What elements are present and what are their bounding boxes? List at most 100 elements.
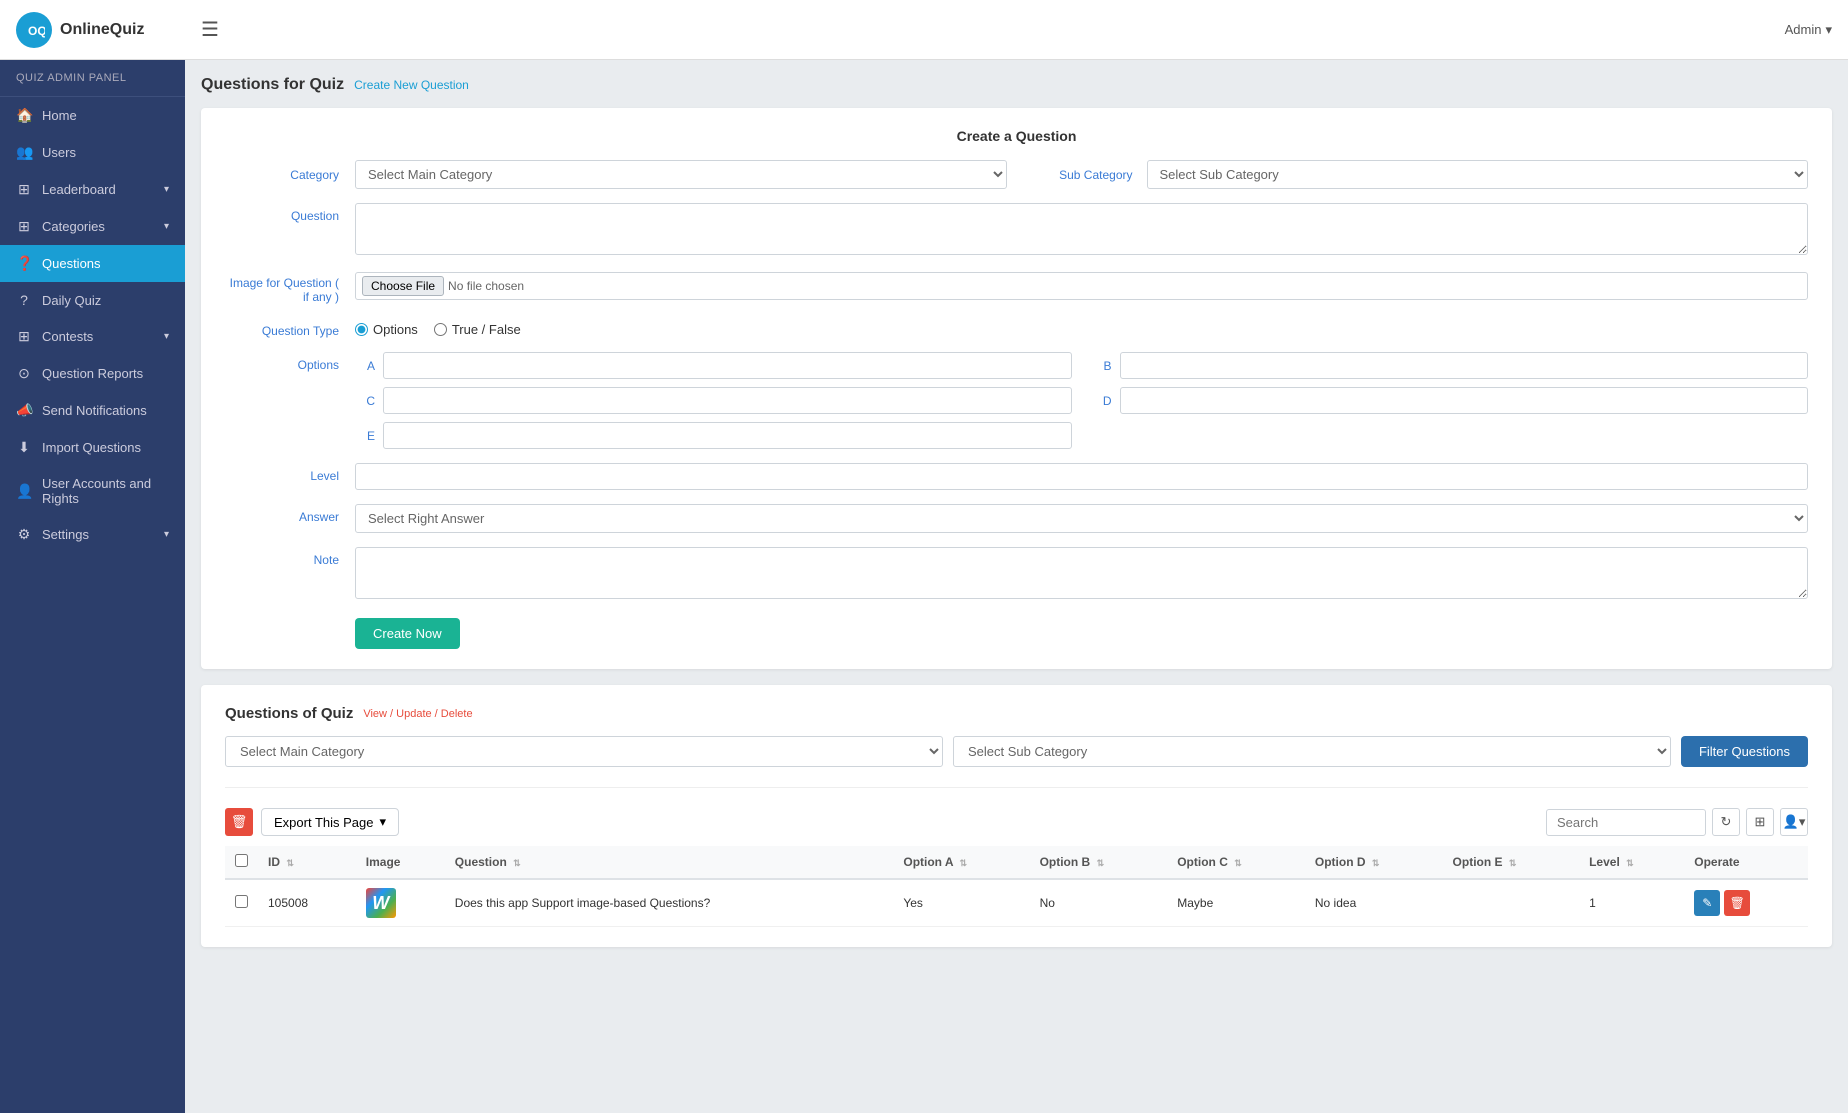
create-section-title: Create a Question (225, 128, 1808, 144)
questions-icon: ❓ (16, 255, 32, 272)
sidebar-item-user-accounts[interactable]: 👤 User Accounts and Rights (0, 466, 185, 516)
notifications-icon: 📣 (16, 402, 32, 419)
reports-icon: ⊙ (16, 365, 32, 382)
leaderboard-icon: ⊞ (16, 181, 32, 198)
level-label: Level (225, 463, 355, 483)
create-new-question-link[interactable]: Create New Question (354, 78, 469, 92)
option-c-label: C (355, 394, 375, 408)
option-e-input[interactable] (383, 422, 1072, 449)
bulk-delete-button[interactable]: 🗑 (225, 808, 253, 836)
select-all-checkbox[interactable] (235, 854, 248, 867)
choose-file-button[interactable]: Choose File (362, 276, 444, 296)
sidebar-item-leaderboard[interactable]: ⊞ Leaderboard ▾ (0, 171, 185, 208)
col-option-d: Option D ⇅ (1305, 846, 1443, 879)
option-e-row: E (355, 422, 1072, 449)
note-input[interactable] (355, 547, 1808, 599)
option-d-input[interactable] (1120, 387, 1809, 414)
options-radio[interactable]: Options (355, 322, 418, 337)
page-title: Questions for Quiz (201, 76, 344, 94)
hamburger-icon[interactable]: ☰ (201, 17, 219, 42)
create-btn-row: Create Now (225, 618, 1808, 649)
contests-icon: ⊞ (16, 328, 32, 345)
sidebar-label-user-accounts: User Accounts and Rights (42, 476, 169, 506)
app-name: OnlineQuiz (60, 21, 144, 39)
cell-option-e (1443, 879, 1580, 927)
filter-main-category[interactable]: Select Main Category (225, 736, 943, 767)
sidebar-item-categories[interactable]: ⊞ Categories ▾ (0, 208, 185, 245)
option-b-row: B (1092, 352, 1809, 379)
sidebar-item-daily-quiz[interactable]: ? Daily Quiz (0, 282, 185, 318)
export-chevron-icon: ▾ (379, 814, 386, 830)
cell-option-d: No idea (1305, 879, 1443, 927)
sidebar-item-import[interactable]: ⬇ Import Questions (0, 429, 185, 466)
level-input[interactable] (355, 463, 1808, 490)
option-b-label: B (1092, 359, 1112, 373)
col-image: Image (356, 846, 445, 879)
sidebar-item-notifications[interactable]: 📣 Send Notifications (0, 392, 185, 429)
svg-text:OQ: OQ (28, 24, 45, 38)
refresh-icon[interactable]: ↻ (1712, 808, 1740, 836)
option-b-input[interactable] (1120, 352, 1809, 379)
col-option-e: Option E ⇅ (1443, 846, 1580, 879)
question-type-row: Question Type Options True / False (225, 318, 1808, 338)
cell-option-b: No (1030, 879, 1168, 927)
answer-row: Answer Select Right Answer (225, 504, 1808, 533)
option-c-input[interactable] (383, 387, 1072, 414)
user-accounts-icon: 👤 (16, 483, 32, 500)
sidebar-item-home[interactable]: 🏠 Home (0, 97, 185, 134)
sidebar-item-question-reports[interactable]: ⊙ Question Reports (0, 355, 185, 392)
home-icon: 🏠 (16, 107, 32, 124)
export-label: Export This Page (274, 815, 373, 830)
import-icon: ⬇ (16, 439, 32, 456)
edit-button[interactable]: ✎ (1694, 890, 1720, 916)
row-checkbox[interactable] (235, 895, 248, 908)
sidebar-label-daily-quiz: Daily Quiz (42, 293, 101, 308)
admin-menu[interactable]: Admin ▾ (1785, 22, 1832, 38)
grid-view-icon[interactable]: ⊞ (1746, 808, 1774, 836)
sidebar-label-users: Users (42, 145, 76, 160)
option-a-input[interactable] (383, 352, 1072, 379)
view-update-delete-link[interactable]: View / Update / Delete (363, 708, 472, 720)
sidebar-item-contests[interactable]: ⊞ Contests ▾ (0, 318, 185, 355)
cell-option-a: Yes (893, 879, 1029, 927)
cell-question: Does this app Support image-based Questi… (445, 879, 894, 927)
chevron-down-icon: ▾ (1825, 22, 1832, 38)
sidebar-header: Quiz Admin Panel (0, 60, 185, 97)
sidebar-item-settings[interactable]: ⚙ Settings ▾ (0, 516, 185, 553)
logo-icon: OQ (16, 12, 52, 48)
search-input[interactable] (1546, 809, 1706, 836)
answer-select[interactable]: Select Right Answer (355, 504, 1808, 533)
questions-table: ID ⇅ Image Question ⇅ Option A ⇅ Option … (225, 846, 1808, 927)
level-row: Level (225, 463, 1808, 490)
daily-quiz-icon: ? (16, 292, 32, 308)
sub-category-select[interactable]: Select Sub Category (1147, 160, 1809, 189)
image-thumbnail: W (366, 888, 396, 918)
question-type-label: Question Type (225, 318, 355, 338)
option-a-label: A (355, 359, 375, 373)
export-button[interactable]: Export This Page ▾ (261, 808, 399, 836)
delete-button[interactable]: 🗑 (1724, 890, 1750, 916)
category-select[interactable]: Select Main Category (355, 160, 1007, 189)
note-row: Note (225, 547, 1808, 602)
cell-operate: ✎ 🗑 (1684, 879, 1808, 927)
question-input[interactable] (355, 203, 1808, 255)
col-question: Question ⇅ (445, 846, 894, 879)
image-row: Image for Question ( if any ) Choose Fil… (225, 272, 1808, 304)
create-now-button[interactable]: Create Now (355, 618, 460, 649)
true-false-radio[interactable]: True / False (434, 322, 521, 337)
user-settings-icon[interactable]: 👤▾ (1780, 808, 1808, 836)
operate-buttons: ✎ 🗑 (1694, 890, 1798, 916)
filter-questions-button[interactable]: Filter Questions (1681, 736, 1808, 767)
sidebar-item-users[interactable]: 👥 Users (0, 134, 185, 171)
table-toolbar: 🗑 Export This Page ▾ ↻ ⊞ 👤▾ (225, 808, 1808, 836)
sidebar-label-leaderboard: Leaderboard (42, 182, 116, 197)
option-c-row: C (355, 387, 1072, 414)
users-icon: 👥 (16, 144, 32, 161)
chevron-icon: ▾ (164, 184, 169, 195)
question-label: Question (225, 203, 355, 223)
filter-sub-category[interactable]: Select Sub Category (953, 736, 1671, 767)
settings-icon: ⚙ (16, 526, 32, 543)
sidebar-label-categories: Categories (42, 219, 105, 234)
sidebar-item-questions[interactable]: ❓ Questions (0, 245, 185, 282)
cell-id: 105008 (258, 879, 356, 927)
